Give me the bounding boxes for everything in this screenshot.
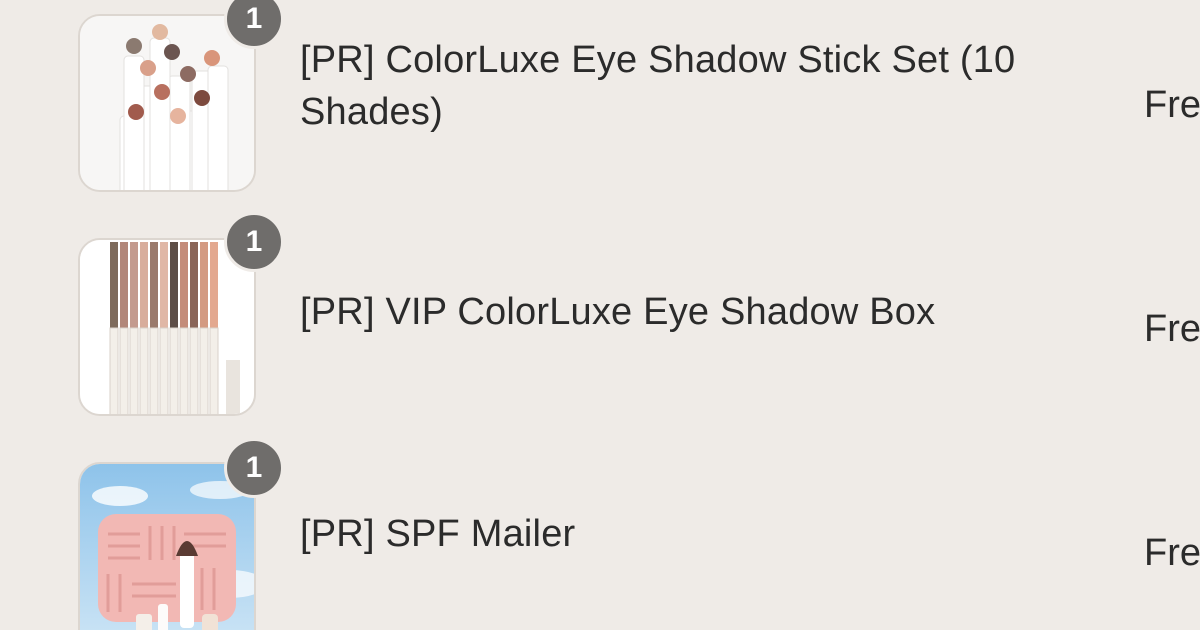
eyeshadow-pencils-box-image [80,240,254,414]
product-thumbnail[interactable] [78,462,256,630]
product-price: Fre [1144,308,1200,350]
quantity-badge: 1 [224,212,284,272]
product-price: Fre [1144,532,1200,574]
quantity-badge: 1 [224,438,284,498]
product-price: Fre [1144,84,1200,126]
eyeshadow-stick-set-image [80,16,254,190]
product-thumbnail[interactable] [78,14,256,192]
product-title[interactable]: [PR] ColorLuxe Eye Shadow Stick Set (10 … [300,34,1060,138]
product-title[interactable]: [PR] VIP ColorLuxe Eye Shadow Box [300,286,1060,338]
spf-mailer-pouch-image [80,464,254,630]
product-thumbnail[interactable] [78,238,256,416]
order-items-list: 1 [PR] ColorLuxe Eye Shadow Stick Set (1… [0,0,1200,630]
product-title[interactable]: [PR] SPF Mailer [300,508,1060,560]
